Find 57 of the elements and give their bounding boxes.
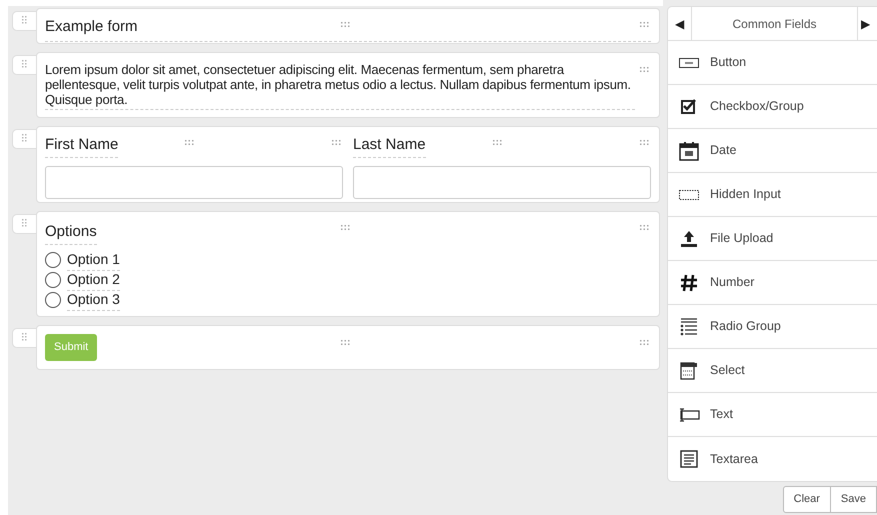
text-input-icon — [678, 408, 700, 422]
grip-icon[interactable] — [185, 140, 194, 146]
grip-icon[interactable] — [640, 67, 649, 73]
drag-tab[interactable] — [12, 129, 36, 149]
drag-tab[interactable] — [12, 55, 36, 75]
field-type-item[interactable]: Select — [668, 349, 877, 393]
select-icon — [680, 362, 698, 380]
field-type-item[interactable]: Number — [668, 261, 877, 305]
radio-button[interactable] — [45, 252, 61, 268]
grip-icon[interactable] — [640, 22, 649, 28]
field-type-item[interactable]: Textarea — [668, 437, 877, 481]
action-button[interactable]: Save — [830, 486, 877, 513]
option-label: Option 3 — [67, 288, 120, 310]
field-label: Last Name — [353, 134, 426, 158]
hash-icon — [680, 274, 698, 292]
field-label: First Name — [45, 134, 118, 158]
option-label: Option 2 — [67, 268, 120, 290]
radio-list-icon — [680, 318, 698, 336]
field-type-item[interactable]: Text — [668, 393, 877, 437]
drag-tab[interactable] — [12, 214, 36, 234]
field-type-item[interactable]: Hidden Input — [668, 173, 877, 217]
radio-button[interactable] — [45, 292, 61, 308]
grip-icon[interactable] — [341, 225, 350, 231]
grip-icon[interactable] — [493, 140, 502, 146]
field-type-item[interactable]: Date — [668, 129, 877, 173]
field-type-item[interactable]: Radio Group — [668, 305, 877, 349]
field-type-item[interactable]: Button — [668, 41, 877, 85]
checkbox-icon — [681, 98, 697, 114]
drag-tab[interactable] — [12, 11, 36, 31]
dashed-box-icon — [679, 190, 699, 200]
text-field[interactable] — [353, 166, 651, 198]
drag-handle-icon[interactable] — [22, 60, 27, 68]
drag-handle-icon[interactable] — [22, 134, 27, 142]
option-label: Option 1 — [67, 248, 120, 270]
paragraph: Lorem ipsum dolor sit amet, consectetuer adipiscing elit. Maecenas fermentum, sem pharetra pellentesque, velit turpis volutpat ante, in pharetra metus odio a lectus. Nullam dapibus fermentum ipsum. Quisque porta. — [45, 62, 635, 110]
calendar-icon — [679, 140, 699, 160]
group-label: Options — [45, 221, 97, 244]
drag-handle-icon[interactable] — [22, 333, 27, 341]
upload-icon — [680, 230, 698, 248]
field-type-item[interactable]: Checkbox/Group — [668, 85, 877, 129]
action-button[interactable]: Clear — [782, 486, 831, 513]
textarea-icon — [680, 450, 698, 468]
drag-handle-icon[interactable] — [22, 219, 27, 227]
drag-handle-icon[interactable] — [22, 16, 27, 24]
panel-title: Common Fields — [731, 16, 818, 32]
grip-icon[interactable] — [640, 340, 649, 346]
drag-tab[interactable] — [12, 328, 36, 348]
grip-icon[interactable] — [341, 340, 350, 346]
grip-icon[interactable] — [332, 140, 341, 146]
grip-icon[interactable] — [640, 140, 649, 146]
field-type-item[interactable]: File Upload — [668, 217, 877, 261]
grip-icon[interactable] — [640, 225, 649, 231]
ok-button-icon — [679, 58, 699, 68]
text-field[interactable] — [45, 166, 343, 198]
grip-icon[interactable] — [341, 22, 350, 28]
radio-button[interactable] — [45, 272, 61, 288]
form-title: Example form — [45, 16, 651, 42]
